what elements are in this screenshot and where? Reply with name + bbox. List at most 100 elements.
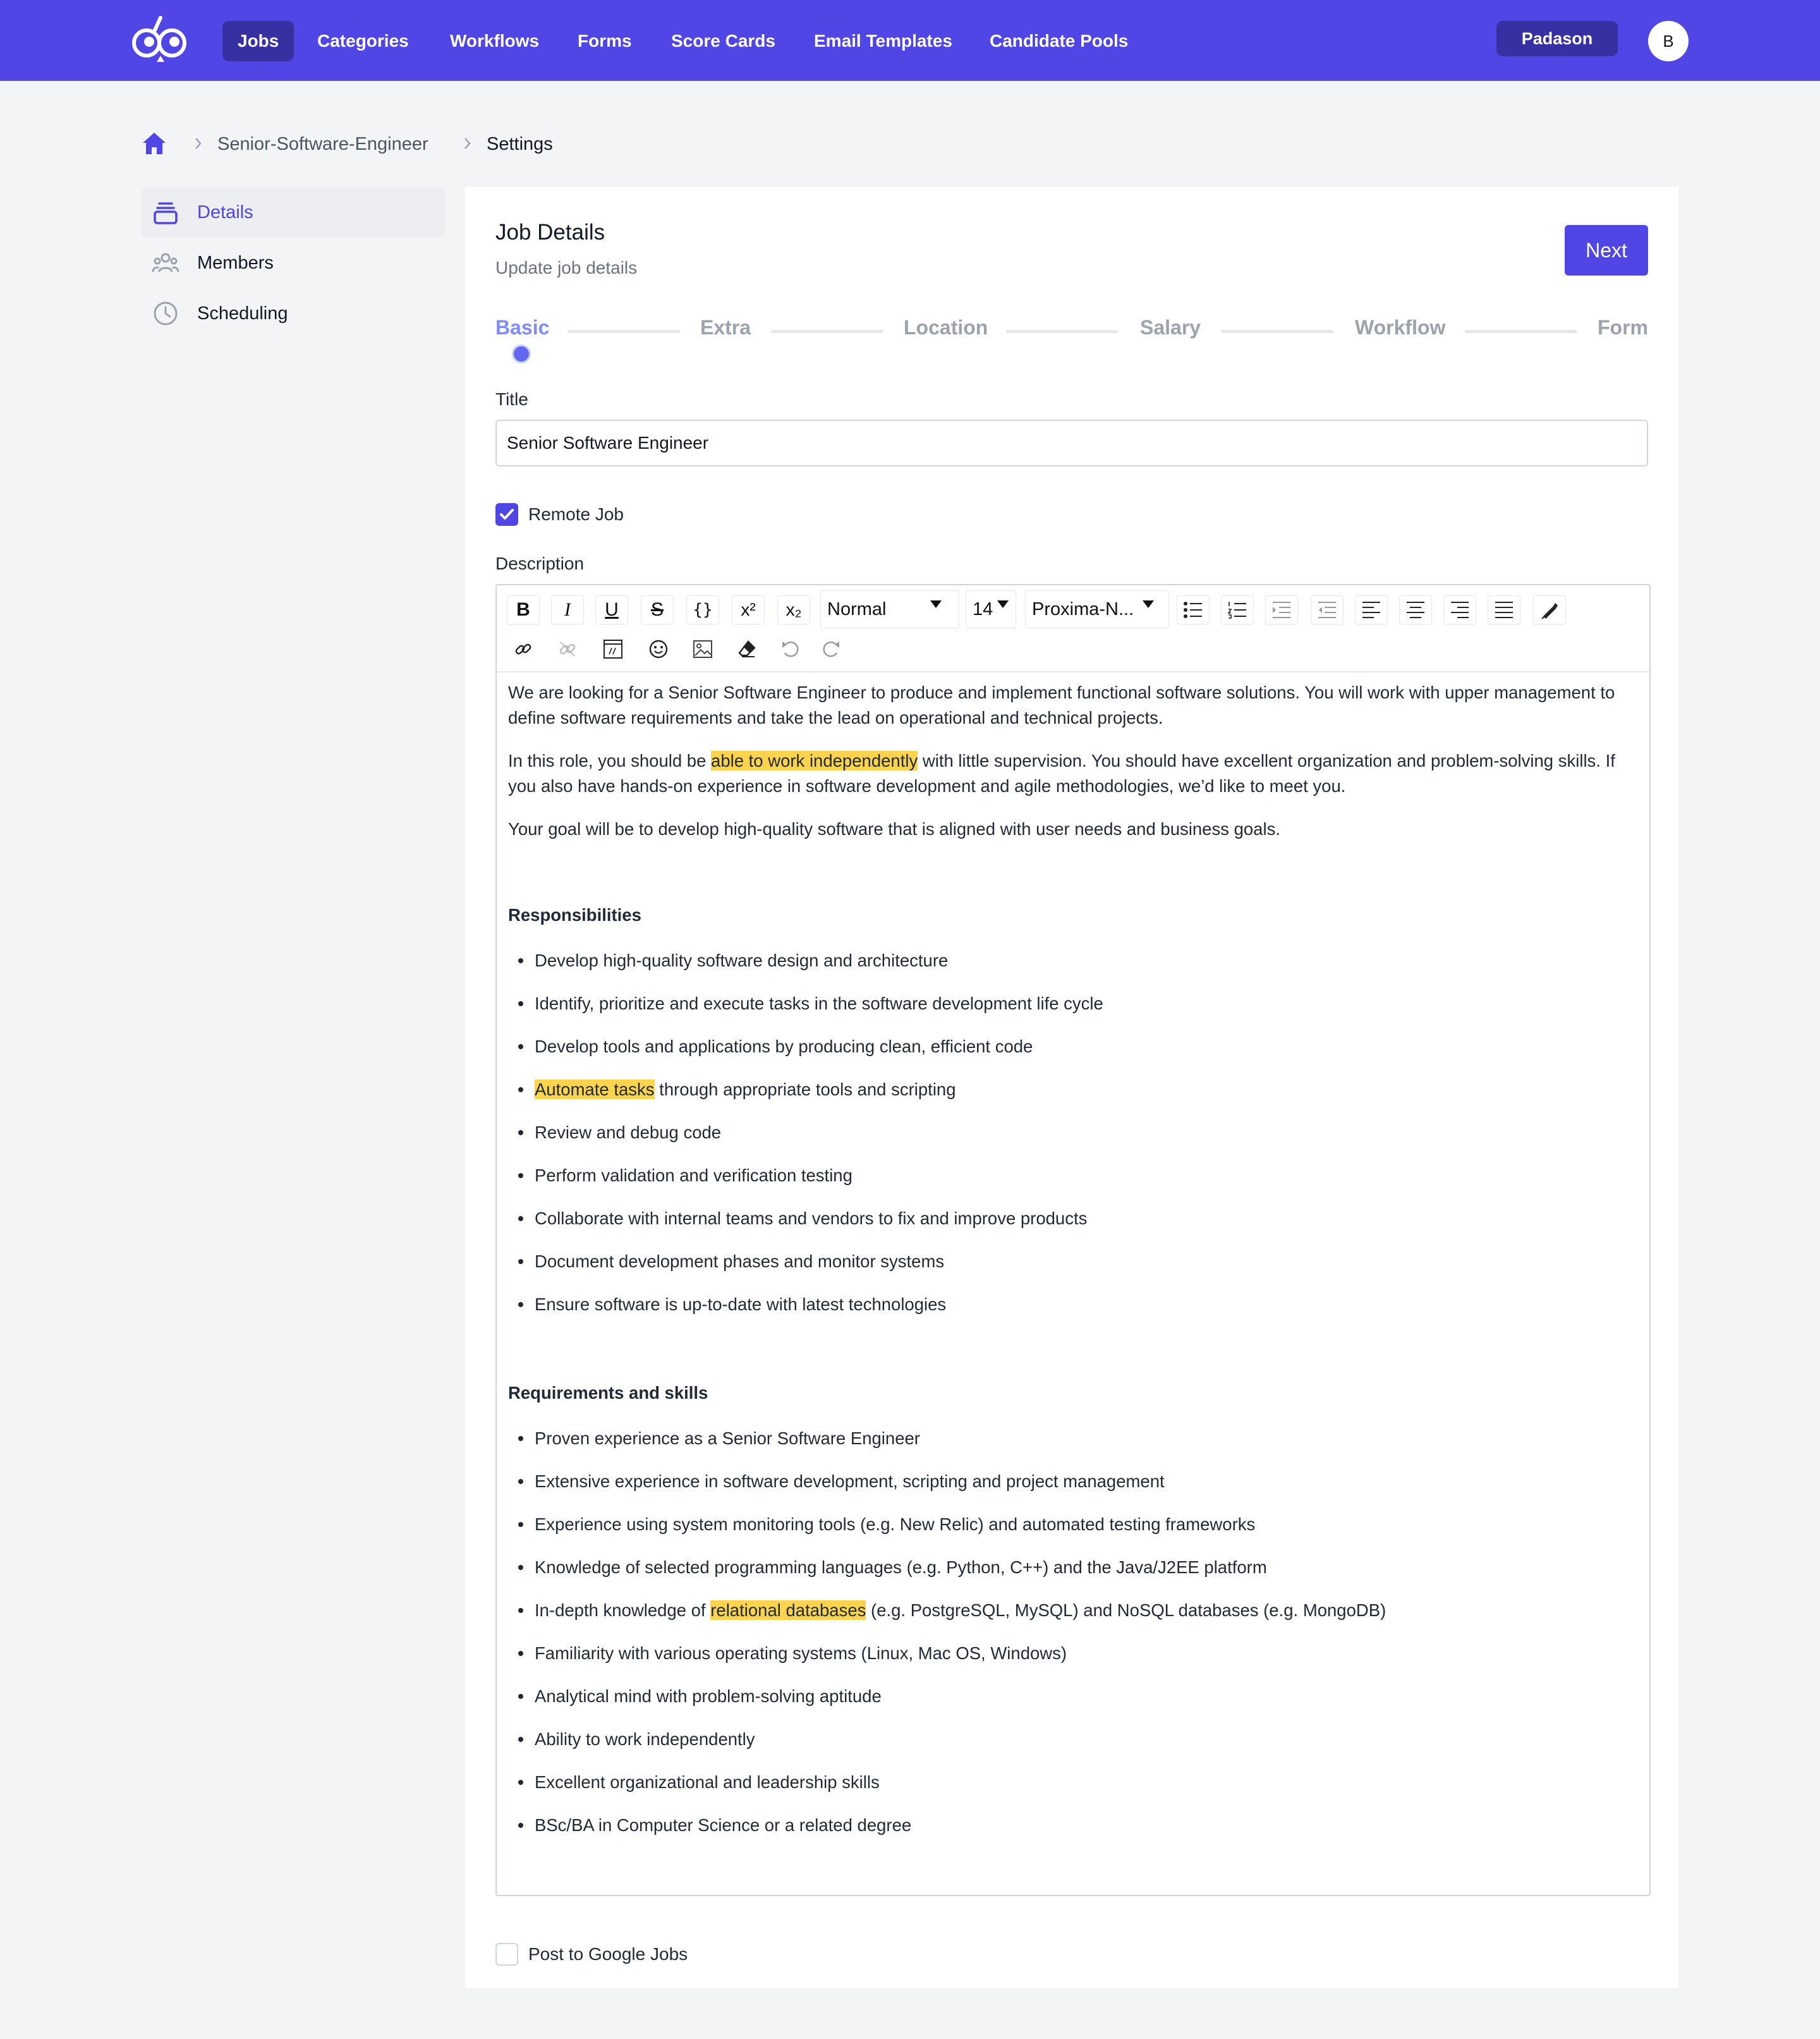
home-icon[interactable]: [142, 131, 167, 155]
sidebar-item-details[interactable]: Details: [142, 187, 445, 238]
organization-button[interactable]: Padason: [1496, 21, 1618, 56]
chevron-down-icon: [930, 600, 942, 608]
heading-select[interactable]: Normal: [820, 590, 959, 628]
indent-icon[interactable]: [1265, 595, 1298, 624]
numbered-list-icon[interactable]: [1221, 595, 1254, 624]
step-extra[interactable]: Extra: [700, 315, 751, 340]
embed-icon[interactable]: [597, 635, 629, 664]
step-location[interactable]: Location: [904, 315, 988, 340]
title-label: Title: [495, 389, 528, 409]
check-icon: [500, 509, 514, 520]
list-item: Review and debug code: [518, 1120, 721, 1145]
remote-job-label: Remote Job: [528, 504, 624, 524]
align-left-icon[interactable]: [1355, 595, 1388, 624]
logo-icon[interactable]: [129, 14, 192, 64]
chevron-down-icon: [997, 600, 1009, 608]
font-family-select[interactable]: Proxima-N...: [1025, 590, 1169, 628]
chevron-right-icon: [191, 135, 206, 152]
list-item: In-depth knowledge of relational databas…: [518, 1598, 1386, 1623]
bold-icon[interactable]: B: [507, 595, 540, 624]
list-item: Excellent organizational and leadership …: [518, 1770, 880, 1795]
italic-icon[interactable]: I: [551, 595, 584, 624]
active-step-indicator: [512, 344, 531, 363]
emoji-icon[interactable]: [642, 635, 675, 664]
text-segment: (e.g. PostgreSQL, MySQL) and NoSQL datab…: [866, 1600, 1386, 1620]
step-workflow[interactable]: Workflow: [1355, 315, 1445, 340]
sidebar-item-scheduling[interactable]: Scheduling: [142, 288, 445, 339]
list-item: Proven experience as a Senior Software E…: [518, 1426, 920, 1451]
list-item: Identify, prioritize and execute tasks i…: [518, 991, 1103, 1016]
redo-icon[interactable]: [815, 635, 848, 664]
google-jobs-checkbox[interactable]: [495, 1943, 518, 1966]
description-paragraph: We are looking for a Senior Software Eng…: [508, 683, 1615, 727]
sidebar-item-label: Members: [197, 253, 274, 273]
responsibilities-heading: Responsibilities: [508, 905, 641, 925]
sidebar-item-members[interactable]: Members: [142, 238, 445, 288]
list-item: Ensure software is up-to-date with lates…: [518, 1292, 946, 1317]
strikethrough-icon[interactable]: S: [641, 595, 674, 624]
title-input[interactable]: [495, 420, 1648, 466]
bulleted-list-icon[interactable]: [1177, 595, 1210, 624]
sidebar-item-label: Details: [197, 202, 253, 222]
page-subtitle: Update job details: [495, 258, 638, 277]
breadcrumb-settings: Settings: [487, 134, 553, 154]
breadcrumb-job[interactable]: Senior-Software-Engineer: [217, 133, 428, 155]
nav-candidate-pools[interactable]: Candidate Pools: [974, 21, 1143, 61]
text-segment: In-depth knowledge of: [535, 1600, 711, 1620]
google-jobs-label: Post to Google Jobs: [528, 1944, 688, 1964]
list-item: Document development phases and monitor …: [518, 1249, 944, 1274]
subscript-icon[interactable]: x₂: [777, 595, 810, 624]
nav-score-cards[interactable]: Score Cards: [656, 21, 791, 61]
underline-icon[interactable]: U: [595, 595, 628, 624]
nav-jobs[interactable]: Jobs: [222, 21, 294, 61]
step-connector: [771, 330, 883, 333]
nav-categories[interactable]: Categories: [302, 21, 424, 61]
align-justify-icon[interactable]: [1488, 595, 1520, 624]
rich-text-editor[interactable]: B I U S {} x² x₂ Normal 14 Proxima-N...: [495, 584, 1651, 1896]
nav-workflows[interactable]: Workflows: [435, 21, 554, 61]
text-segment: In this role, you should be: [508, 751, 712, 770]
avatar[interactable]: B: [1648, 21, 1689, 61]
step-basic[interactable]: Basic: [495, 315, 549, 340]
list-item: Knowledge of selected programming langua…: [518, 1555, 1267, 1580]
font-size-select[interactable]: 14: [966, 590, 1016, 628]
list-item: Collaborate with internal teams and vend…: [518, 1206, 1087, 1231]
list-item: Develop high-quality software design and…: [518, 948, 948, 973]
text-segment: through appropriate tools and scripting: [654, 1080, 956, 1099]
description-paragraph: Your goal will be to develop high-qualit…: [508, 819, 1280, 839]
requirements-heading: Requirements and skills: [508, 1383, 708, 1403]
code-block-icon[interactable]: {}: [686, 595, 719, 624]
step-connector: [567, 330, 680, 333]
page-title: Job Details: [495, 220, 605, 245]
list-item: BSc/BA in Computer Science or a related …: [518, 1813, 911, 1838]
text-color-icon[interactable]: [1533, 595, 1566, 624]
list-item: Analytical mind with problem-solving apt…: [518, 1684, 882, 1709]
image-icon[interactable]: [686, 635, 719, 664]
job-details-card: Job Details Update job details Next Basi…: [465, 187, 1678, 1988]
remote-job-checkbox[interactable]: [495, 503, 518, 526]
align-center-icon[interactable]: [1399, 595, 1432, 624]
step-form[interactable]: Form: [1598, 315, 1648, 340]
link-icon[interactable]: [507, 635, 540, 664]
briefcase-icon: [152, 198, 179, 226]
editor-toolbar: B I U S {} x² x₂ Normal 14 Proxima-N...: [497, 585, 1649, 673]
align-right-icon[interactable]: [1443, 595, 1476, 624]
list-item: Familiarity with various operating syste…: [518, 1641, 1067, 1666]
nav-email-templates[interactable]: Email Templates: [799, 21, 968, 61]
chevron-down-icon: [1143, 600, 1154, 608]
step-salary[interactable]: Salary: [1140, 315, 1201, 340]
list-item: Experience using system monitoring tools…: [518, 1512, 1255, 1537]
list-item: Develop tools and applications by produc…: [518, 1034, 1033, 1059]
highlighted-text: able to work independently: [711, 751, 918, 770]
description-label: Description: [495, 554, 585, 573]
eraser-icon[interactable]: [731, 635, 763, 664]
unlink-icon[interactable]: [551, 635, 584, 664]
description-paragraph: In this role, you should be able to work…: [508, 748, 1639, 799]
undo-icon[interactable]: [774, 635, 806, 664]
top-navbar: Jobs Categories Workflows Forms Score Ca…: [0, 0, 1820, 81]
next-button[interactable]: Next: [1565, 225, 1648, 276]
outdent-icon[interactable]: [1311, 595, 1344, 624]
nav-forms[interactable]: Forms: [562, 21, 647, 61]
list-item: Ability to work independently: [518, 1727, 755, 1752]
superscript-icon[interactable]: x²: [732, 595, 765, 624]
